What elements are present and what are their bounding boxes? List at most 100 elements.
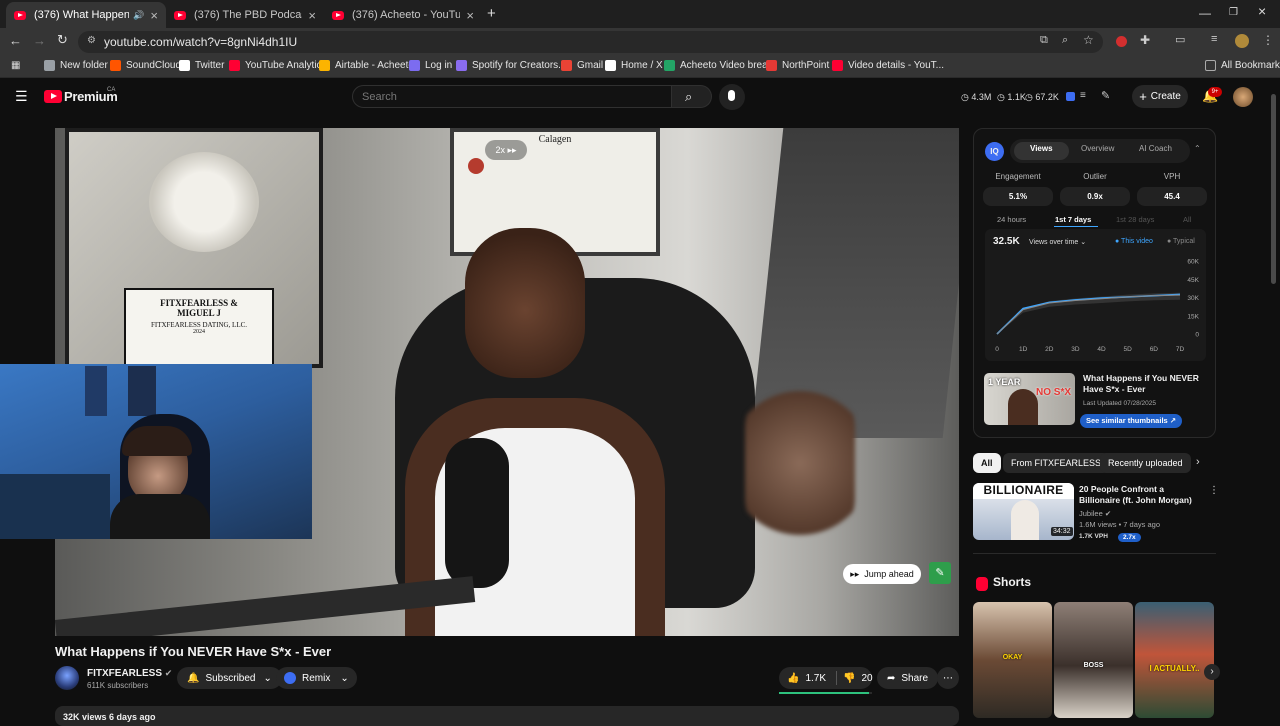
bookmark-4[interactable]: Airtable - Acheeto <box>319 60 414 71</box>
zoom-icon[interactable]: ⌕ <box>1062 34 1068 47</box>
y-tick-label: 15K <box>1187 313 1199 320</box>
list-icon[interactable]: ≡ <box>1080 90 1086 101</box>
close-window-icon[interactable]: × <box>1258 3 1266 19</box>
short-thumbnail-3[interactable]: I ACTUALLY.. <box>1135 602 1214 718</box>
browser-tab-1[interactable]: (376) What Happens if You 🔊 × <box>6 2 166 28</box>
browser-tab-3[interactable]: (376) Acheeto - YouTube × <box>324 2 482 28</box>
wall-plaque-frame: FITXFEARLESS & MIGUEL J FITXFEARLESS DAT… <box>65 128 323 368</box>
chip-recently-uploaded[interactable]: Recently uploaded <box>1100 453 1191 473</box>
scrollbar-thumb[interactable] <box>1271 94 1276 284</box>
close-icon[interactable]: × <box>466 8 474 23</box>
menu-kebab-icon[interactable]: ⋮ <box>1262 33 1274 47</box>
back-icon[interactable]: ← <box>9 33 22 48</box>
bookmark-7[interactable]: Gmail <box>561 60 603 71</box>
remix-button[interactable]: Remix⌄ <box>276 667 357 689</box>
range-24h[interactable]: 24 hours <box>997 215 1026 224</box>
range-7d[interactable]: 1st 7 days <box>1055 215 1091 224</box>
bookmark-9[interactable]: Acheeto Video brea... <box>664 60 776 71</box>
extension-icon[interactable] <box>1116 36 1127 47</box>
bookmark-3[interactable]: YouTube Analytics <box>229 60 327 71</box>
share-button[interactable]: ➦Share <box>877 667 938 689</box>
rec-thumbnail[interactable]: BILLIONAIRE 34:32 <box>973 483 1074 540</box>
reload-icon[interactable]: ↻ <box>57 32 68 48</box>
new-tab-icon[interactable]: + <box>487 5 496 22</box>
thumbs-down-icon[interactable]: 👎 <box>843 673 855 684</box>
jump-ahead-button[interactable]: ▸▸Jump ahead <box>843 564 921 584</box>
create-button[interactable]: +Create <box>1132 85 1188 108</box>
tab-views[interactable]: Views <box>1030 144 1053 153</box>
collapse-icon[interactable]: ⌃ <box>1194 144 1201 153</box>
bookmark-star-icon[interactable]: ☆ <box>1083 33 1094 47</box>
more-actions-button[interactable]: ⋯ <box>937 667 959 689</box>
install-icon[interactable]: ⧉ <box>1040 34 1048 47</box>
plus-icon: + <box>1139 89 1147 104</box>
plaque-line-2: MIGUEL J <box>126 308 272 318</box>
x-tick-label: 7D <box>1176 346 1185 353</box>
streamer-webcam-overlay <box>0 364 312 539</box>
chip-from-channel[interactable]: From FITXFEARLESS <box>1003 453 1109 473</box>
external-link-icon: ↗ <box>1170 416 1176 425</box>
tab-overview[interactable]: Overview <box>1081 144 1114 153</box>
channel-name[interactable]: FITXFEARLESS ✔ <box>87 668 172 679</box>
range-underline <box>1054 226 1098 227</box>
rec-more-icon[interactable]: ⋮ <box>1209 485 1219 496</box>
site-info-icon[interactable]: ⚙ <box>87 35 96 46</box>
cast-icon[interactable]: ▭ <box>1175 33 1185 46</box>
bookmark-8[interactable]: Home / X <box>605 60 663 71</box>
browser-tab-2[interactable]: (376) The PBD Podcast Is Implo × <box>166 2 324 28</box>
profile-avatar-icon[interactable] <box>1235 34 1249 48</box>
bookmark-label: Spotify for Creators... <box>472 60 566 71</box>
apps-grid-icon[interactable]: ▦ <box>11 60 20 71</box>
chevron-right-icon[interactable]: › <box>1196 456 1200 468</box>
chip-all[interactable]: All <box>973 453 1001 473</box>
thumbnail-preview[interactable]: 1 YEAR NO S*X <box>984 373 1075 425</box>
address-bar[interactable]: ⚙ youtube.com/watch?v=8gnNi4dh1IU ⧉ ⌕ ☆ <box>78 31 1103 53</box>
bookmark-6[interactable]: Spotify for Creators... <box>456 60 566 71</box>
shorts-next-icon[interactable]: › <box>1204 664 1220 680</box>
bookmark-1[interactable]: SoundCloud <box>110 60 181 71</box>
edit-note-icon[interactable]: ✎ <box>929 562 951 584</box>
vidiq-panel: IQ Views Overview AI Coach ⌃ Engagement … <box>973 128 1216 438</box>
y-tick-label: 60K <box>1187 259 1199 266</box>
media-controls-icon[interactable]: ≡ <box>1211 33 1217 45</box>
see-similar-thumbnails-button[interactable]: See similar thumbnails ↗ <box>1080 414 1182 428</box>
bookmark-11[interactable]: Video details - YouT... <box>832 60 944 71</box>
tag-icon[interactable]: ✎ <box>1101 89 1110 102</box>
vidiq-icon[interactable] <box>1066 92 1075 101</box>
like-count[interactable]: 1.7K <box>805 673 826 684</box>
thumbs-up-icon[interactable]: 👍 <box>787 673 799 684</box>
bookmark-10[interactable]: NorthPoint <box>766 60 829 71</box>
voice-search-button[interactable] <box>719 84 745 110</box>
account-avatar[interactable] <box>1233 87 1253 107</box>
extensions-puzzle-icon[interactable]: ✚ <box>1140 33 1150 47</box>
tab-ai-coach[interactable]: AI Coach <box>1139 144 1172 153</box>
minimize-icon[interactable]: — <box>1199 6 1211 20</box>
search-button[interactable]: ⌕ <box>672 85 712 108</box>
short-thumbnail-2[interactable]: BOSS <box>1054 602 1133 718</box>
range-all[interactable]: All <box>1183 215 1191 224</box>
playback-speed-indicator: 2x ▸▸ <box>485 140 527 160</box>
hamburger-menu-icon[interactable]: ☰ <box>15 88 28 105</box>
channel-avatar[interactable] <box>55 666 79 690</box>
speaker-icon[interactable]: 🔊 <box>133 10 144 21</box>
youtube-icon <box>332 11 344 20</box>
search-input[interactable]: Search <box>352 85 672 108</box>
short-thumbnail-1[interactable]: OKAY <box>973 602 1052 718</box>
bookmark-5[interactable]: Log in <box>409 60 452 71</box>
rec-vph: 1.7K VPH <box>1079 533 1108 540</box>
restore-icon[interactable]: ❐ <box>1229 7 1238 18</box>
bookmark-0[interactable]: New folder <box>44 60 108 71</box>
remix-label: Remix <box>302 673 330 684</box>
page-scrollbar[interactable] <box>1271 84 1277 720</box>
range-28d[interactable]: 1st 28 days <box>1116 215 1154 224</box>
youtube-logo-icon[interactable] <box>44 90 62 103</box>
rec-title[interactable]: 20 People Confront a Billionaire (ft. Jo… <box>1079 484 1205 506</box>
bookmark-2[interactable]: Twitter <box>179 60 224 71</box>
forward-icon[interactable]: → <box>33 33 46 48</box>
subscribed-button[interactable]: 🔔Subscribed⌄ <box>177 667 282 689</box>
all-bookmarks[interactable]: All Bookmarks <box>1205 60 1280 71</box>
close-icon[interactable]: × <box>150 8 158 23</box>
description-box[interactable]: 32K views 6 days ago <box>55 706 959 726</box>
close-icon[interactable]: × <box>308 8 316 23</box>
rec-channel[interactable]: Jubilee ✔ <box>1079 509 1111 518</box>
